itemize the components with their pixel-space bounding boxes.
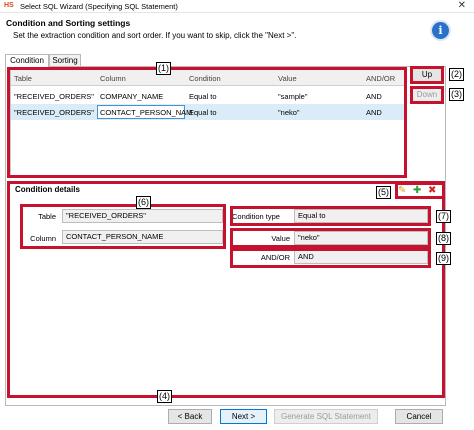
page-instructions: Set the extraction condition and sort or… bbox=[13, 31, 297, 40]
annotation-box-1 bbox=[7, 67, 407, 178]
callout-2: (2) bbox=[449, 68, 464, 81]
callout-9: (9) bbox=[436, 252, 451, 265]
callout-3: (3) bbox=[449, 88, 464, 101]
annotation-box-5 bbox=[395, 182, 445, 199]
callout-6: (6) bbox=[136, 196, 151, 209]
cancel-button[interactable]: Cancel bbox=[395, 409, 443, 424]
annotation-box-8 bbox=[230, 228, 431, 248]
annotation-box-9 bbox=[230, 248, 431, 268]
generate-sql-button[interactable]: Generate SQL Statement bbox=[274, 409, 378, 424]
app-logo-icon: HS bbox=[4, 2, 14, 9]
annotation-box-2 bbox=[410, 66, 444, 84]
annotation-box-6 bbox=[20, 204, 226, 249]
info-icon[interactable]: i bbox=[432, 22, 449, 39]
tab-sorting[interactable]: Sorting bbox=[49, 54, 81, 66]
next-button[interactable]: Next > bbox=[220, 409, 267, 424]
window-title: Select SQL Wizard (Specifying SQL Statem… bbox=[20, 2, 178, 11]
callout-1: (1) bbox=[156, 62, 171, 75]
title-bar: HS Select SQL Wizard (Specifying SQL Sta… bbox=[0, 0, 474, 13]
tab-condition[interactable]: Condition bbox=[5, 54, 49, 67]
close-icon[interactable]: ✕ bbox=[458, 0, 466, 11]
callout-7: (7) bbox=[436, 210, 451, 223]
callout-5: (5) bbox=[376, 186, 391, 199]
callout-8: (8) bbox=[436, 232, 451, 245]
back-button[interactable]: < Back bbox=[168, 409, 212, 424]
page-title: Condition and Sorting settings bbox=[6, 18, 131, 28]
callout-4: (4) bbox=[157, 390, 172, 403]
annotation-box-7 bbox=[230, 206, 431, 226]
annotation-box-3 bbox=[410, 86, 444, 104]
